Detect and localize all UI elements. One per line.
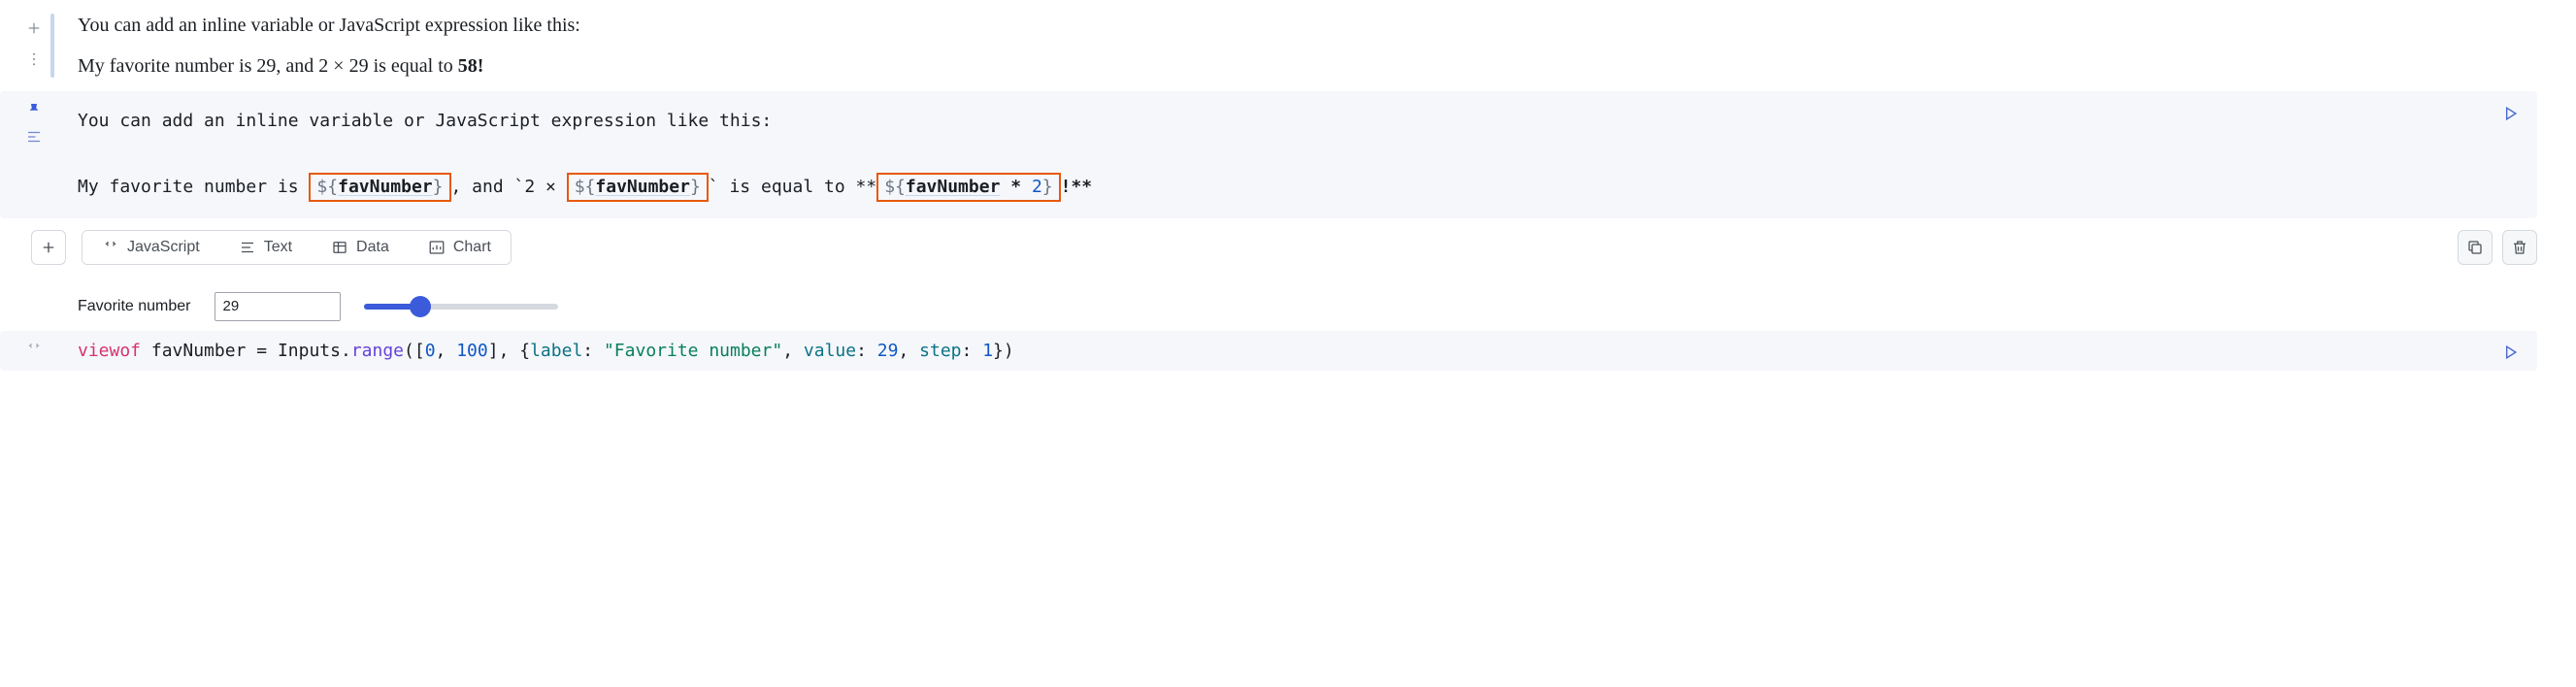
toolbar-right xyxy=(2458,230,2537,265)
cell-type-group: JavaScript Text Data Chart xyxy=(82,230,512,265)
cell-bar[interactable] xyxy=(50,14,54,78)
add-cell-button[interactable] xyxy=(31,230,66,265)
md-result: 58! xyxy=(458,55,484,77)
source-content[interactable]: viewof favNumber = Inputs.range([0, 100]… xyxy=(78,341,2520,361)
format-icon[interactable] xyxy=(21,124,47,149)
highlight-box-3: ${favNumber * 2} xyxy=(876,173,1060,202)
run-cell-button[interactable] xyxy=(2496,341,2524,368)
slider-thumb[interactable] xyxy=(410,296,431,317)
delete-button[interactable] xyxy=(2502,230,2537,265)
md-line-1: You can add an inline variable or JavaSc… xyxy=(78,10,2537,41)
input-output-cell: Favorite number xyxy=(0,292,2537,321)
pin-icon[interactable] xyxy=(21,97,47,122)
duplicate-button[interactable] xyxy=(2458,230,2493,265)
editor-content[interactable]: You can add an inline variable or JavaSc… xyxy=(78,105,2520,205)
add-cell-above-button[interactable] xyxy=(21,16,47,41)
markdown-output-cell: You can add an inline variable or JavaSc… xyxy=(0,10,2537,82)
type-javascript-label: JavaScript xyxy=(127,239,200,256)
type-data-label: Data xyxy=(356,239,389,256)
cell-gutter xyxy=(0,91,68,218)
editor-line-1: You can add an inline variable or JavaSc… xyxy=(78,105,2520,138)
cell-gutter xyxy=(0,10,68,82)
markdown-output: You can add an inline variable or JavaSc… xyxy=(78,10,2537,82)
highlight-box-2: ${favNumber} xyxy=(567,173,709,202)
highlight-box-1: ${favNumber} xyxy=(309,173,450,202)
type-data-button[interactable]: Data xyxy=(312,231,409,264)
type-text-label: Text xyxy=(264,239,292,256)
input-number-field[interactable] xyxy=(215,292,341,321)
editor-blank-line xyxy=(78,138,2520,171)
type-text-button[interactable]: Text xyxy=(219,231,312,264)
type-chart-button[interactable]: Chart xyxy=(409,231,511,264)
markdown-editor-cell[interactable]: You can add an inline variable or JavaSc… xyxy=(0,91,2537,218)
inputs-range-widget: Favorite number xyxy=(78,292,2537,321)
viewof-source-cell[interactable]: viewof favNumber = Inputs.range([0, 100]… xyxy=(0,331,2537,371)
md-line-2: My favorite number is 29, and 2 × 29 is … xyxy=(78,50,2537,82)
input-label: Favorite number xyxy=(78,298,191,315)
cell-menu-button[interactable] xyxy=(21,47,47,72)
editor-line-2: My favorite number is ${favNumber}, and … xyxy=(78,171,2520,204)
run-cell-button[interactable] xyxy=(2496,101,2524,128)
cell-gutter xyxy=(0,331,68,371)
cell-toolbar: JavaScript Text Data Chart xyxy=(31,230,2537,265)
input-range-slider[interactable] xyxy=(364,300,558,313)
code-icon[interactable] xyxy=(21,337,47,362)
type-chart-label: Chart xyxy=(453,239,491,256)
type-javascript-button[interactable]: JavaScript xyxy=(83,231,219,264)
